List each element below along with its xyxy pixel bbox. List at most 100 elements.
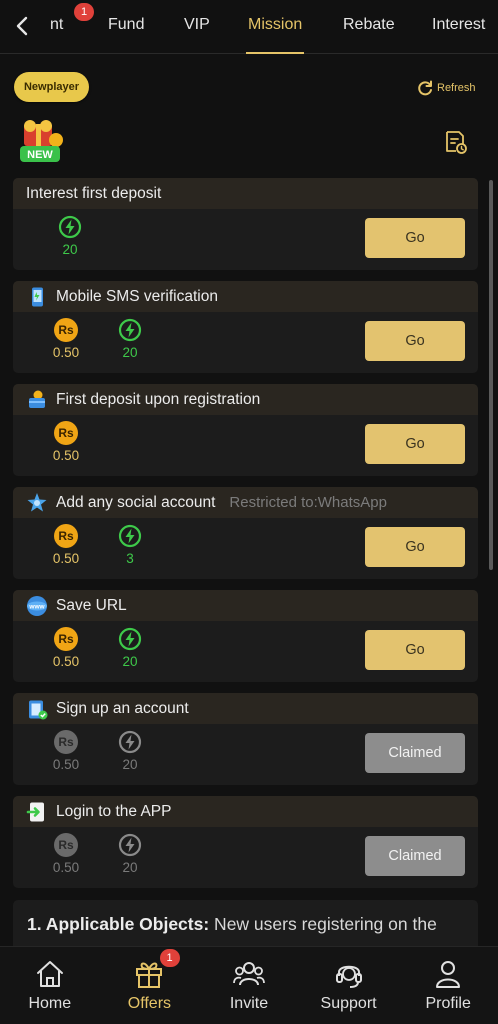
claimed-button[interactable]: Claimed — [365, 836, 465, 876]
energy-value: 20 — [122, 860, 138, 875]
mission-title: Login to the APP — [56, 802, 172, 820]
profile-icon — [436, 961, 461, 988]
rupee-coin-icon: Rs — [54, 318, 78, 342]
rules-heading: 1. Applicable Objects: — [27, 914, 210, 934]
go-button[interactable]: Go — [365, 630, 465, 670]
mission-title: Mobile SMS verification — [56, 287, 218, 305]
invite-icon — [233, 962, 265, 986]
tab-mission[interactable]: Mission — [245, 0, 305, 54]
mission-card: Interest first deposit 20 Go — [13, 178, 478, 270]
tab-event[interactable]: nt 1 — [50, 0, 94, 54]
go-button[interactable]: Go — [365, 218, 465, 258]
energy-bolt-icon — [58, 215, 82, 239]
tab-rebate[interactable]: Rebate — [343, 0, 395, 54]
svg-text:www: www — [28, 603, 45, 610]
nav-invite[interactable]: Invite — [199, 947, 299, 1024]
nav-label: Profile — [425, 995, 471, 1012]
tab-fund[interactable]: Fund — [108, 0, 144, 54]
go-button[interactable]: Go — [365, 424, 465, 464]
energy-reward: 3 — [113, 524, 147, 566]
go-button[interactable]: Go — [365, 527, 465, 567]
rupee-coin-icon: Rs — [54, 627, 78, 651]
app-login-icon — [26, 802, 44, 821]
nav-label: Home — [28, 995, 72, 1012]
clipboard-icon — [29, 700, 48, 719]
mission-card: First deposit upon registration Rs 0.50 … — [13, 384, 478, 476]
restriction-note: Restricted to:WhatsApp — [229, 494, 387, 511]
coin-value: 0.50 — [52, 345, 80, 360]
nav-offers[interactable]: 1 Offers — [100, 947, 200, 1024]
coin-reward: Rs 0.50 — [49, 421, 83, 463]
history-doc-icon[interactable] — [444, 129, 468, 155]
mission-header: Login to the APP — [13, 796, 478, 827]
nav-notification-badge: 1 — [159, 949, 180, 967]
tab-notification-badge: 1 — [74, 3, 94, 21]
mission-header: Sign up an account — [13, 693, 478, 724]
tab-strip: nt 1 Fund VIP Mission Rebate Interest — [46, 0, 498, 54]
phone-icon — [32, 287, 43, 306]
energy-bolt-icon — [118, 318, 142, 342]
energy-reward: 20 — [113, 730, 147, 772]
rupee-coin-icon: Rs — [54, 730, 78, 754]
nav-label: Offers — [127, 995, 172, 1012]
new-gift-icon: NEW — [20, 120, 63, 162]
energy-bolt-icon — [118, 524, 142, 548]
energy-bolt-icon — [118, 730, 142, 754]
home-icon — [36, 961, 63, 987]
mission-title: Sign up an account — [56, 699, 189, 717]
energy-value: 20 — [122, 345, 138, 360]
new-badge-text: NEW — [27, 149, 53, 161]
coin-reward: Rs 0.50 — [49, 833, 83, 875]
tab-interest[interactable]: Interest — [432, 0, 485, 54]
claimed-button[interactable]: Claimed — [365, 733, 465, 773]
mission-header: First deposit upon registration — [13, 384, 478, 415]
energy-reward: 20 — [113, 833, 147, 875]
mission-card: Login to the APP Rs 0.50 20 Claimed — [13, 796, 478, 888]
energy-reward: 20 — [53, 215, 87, 257]
refresh-label: Refresh — [437, 82, 476, 94]
rupee-coin-icon: Rs — [54, 833, 78, 857]
nav-profile[interactable]: Profile — [398, 947, 498, 1024]
nav-home[interactable]: Home — [0, 947, 100, 1024]
mission-card: Mobile SMS verification Rs 0.50 20 Go — [13, 281, 478, 373]
coin-reward: Rs 0.50 — [49, 318, 83, 360]
coin-value: 0.50 — [52, 654, 80, 669]
coin-reward: Rs 0.50 — [49, 730, 83, 772]
mission-card: Add any social account Restricted to:Wha… — [13, 487, 478, 579]
scrollbar[interactable] — [489, 180, 493, 570]
tab-vip[interactable]: VIP — [184, 0, 210, 54]
social-icon — [27, 492, 47, 511]
mission-title: Interest first deposit — [26, 184, 162, 202]
mission-title: First deposit upon registration — [56, 390, 261, 408]
refresh-icon — [418, 80, 432, 96]
mission-rewards: Rs 0.50 20 — [49, 730, 147, 772]
mission-rewards: Rs 0.50 3 — [49, 524, 147, 566]
energy-reward: 20 — [113, 318, 147, 360]
rupee-coin-icon: Rs — [54, 421, 78, 445]
coin-value: 0.50 — [52, 757, 80, 772]
nav-label: Support — [320, 995, 377, 1012]
refresh-button[interactable]: Refresh — [416, 78, 476, 98]
top-tab-bar: nt 1 Fund VIP Mission Rebate Interest — [0, 0, 498, 54]
newplayer-filter-button[interactable]: Newplayer — [14, 72, 89, 102]
coin-value: 0.50 — [52, 448, 80, 463]
mission-rewards: 20 — [49, 215, 87, 257]
mission-card: www Save URL Rs 0.50 20 Go — [13, 590, 478, 682]
www-icon: www — [27, 595, 47, 616]
nav-support[interactable]: Support — [299, 947, 399, 1024]
back-arrow-icon[interactable] — [10, 12, 36, 40]
mission-card: Sign up an account Rs 0.50 20 Claimed — [13, 693, 478, 785]
rules-text: New users registering on the — [209, 914, 437, 934]
coin-value: 0.50 — [52, 551, 80, 566]
go-button[interactable]: Go — [365, 321, 465, 361]
energy-bolt-icon — [118, 833, 142, 857]
deposit-icon — [29, 390, 45, 408]
energy-reward: 20 — [113, 627, 147, 669]
energy-value: 20 — [62, 242, 78, 257]
energy-value: 20 — [122, 654, 138, 669]
coin-value: 0.50 — [52, 860, 80, 875]
mission-title: Add any social account — [56, 493, 216, 511]
energy-bolt-icon — [118, 627, 142, 651]
headset-icon — [335, 965, 362, 988]
energy-value: 20 — [122, 757, 138, 772]
